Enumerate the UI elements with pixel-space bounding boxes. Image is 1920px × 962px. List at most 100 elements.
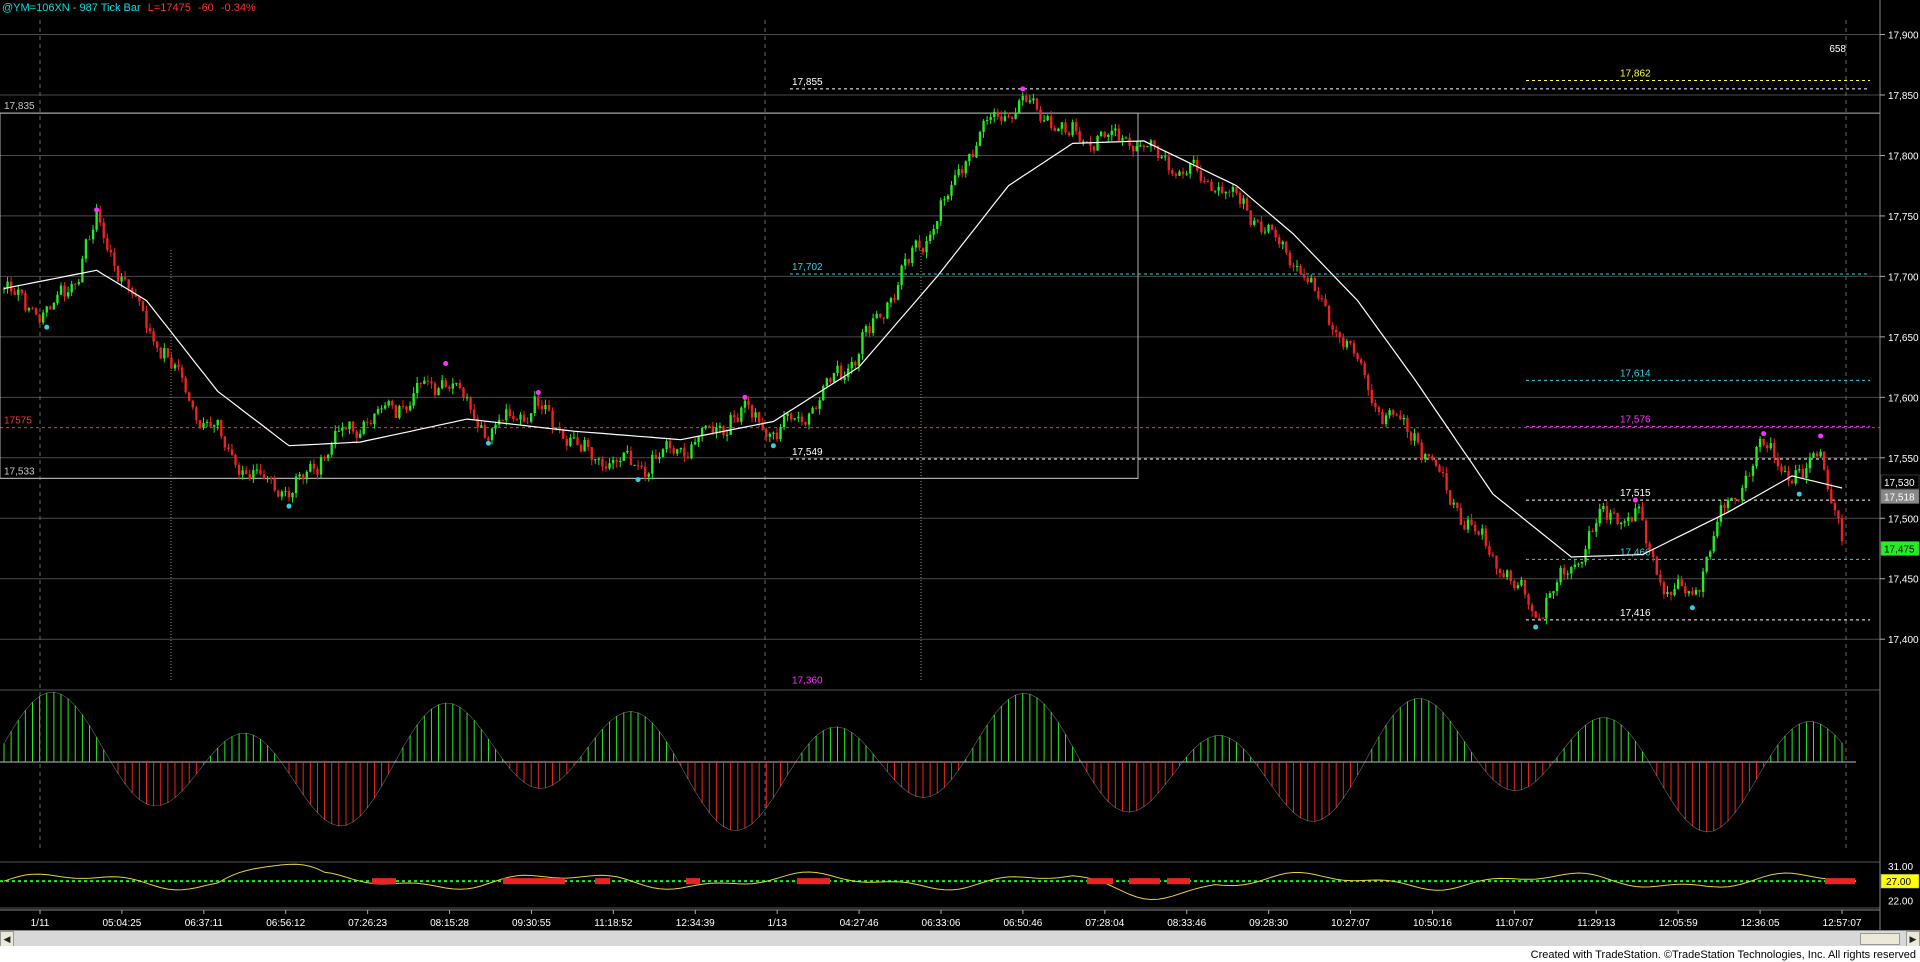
candle-body xyxy=(426,380,430,382)
candle-body xyxy=(882,317,885,319)
candle-body xyxy=(1520,579,1523,586)
candle-body xyxy=(309,463,312,472)
candle-body xyxy=(1142,145,1146,147)
grid xyxy=(0,20,1880,909)
candle-body xyxy=(1260,221,1263,233)
candle-body xyxy=(1766,445,1769,449)
candle-body xyxy=(1281,241,1284,245)
candle-body xyxy=(13,291,16,295)
candle-body xyxy=(1224,191,1227,194)
candle-body xyxy=(141,301,145,311)
swing-high-dot xyxy=(1818,433,1824,439)
indicator-red-segment xyxy=(686,878,700,885)
candle-body xyxy=(1067,132,1071,136)
candle-body xyxy=(430,381,433,384)
candle-body xyxy=(180,367,184,378)
candle-body xyxy=(419,382,422,384)
candle-body xyxy=(508,409,511,416)
candle-body xyxy=(825,378,829,387)
candle-body xyxy=(690,444,693,459)
candle-body xyxy=(928,234,932,242)
candle-body xyxy=(405,406,408,411)
level-label: 17,835 xyxy=(4,101,35,112)
swing-low-dot xyxy=(635,477,641,483)
scroll-right-arrow-icon[interactable]: ▶ xyxy=(1906,931,1920,947)
candle-body xyxy=(1491,554,1495,556)
candle-body xyxy=(932,229,935,235)
horizontal-scrollbar[interactable]: ◀ ▶ xyxy=(0,930,1920,947)
x-tick-label: 09:30:55 xyxy=(512,918,551,929)
candle-body xyxy=(1017,100,1021,113)
swing-high-dot xyxy=(742,394,748,400)
candle-body xyxy=(1826,469,1829,490)
candle-body xyxy=(1805,468,1808,478)
candle-body xyxy=(1466,519,1470,530)
candle-body xyxy=(501,419,504,421)
candle-body xyxy=(797,416,800,419)
percent-change: -0.34% xyxy=(220,2,256,14)
candle-body xyxy=(1199,170,1203,181)
candle-body xyxy=(348,421,351,430)
candle-body xyxy=(572,437,576,439)
candle-body xyxy=(1552,591,1555,594)
candle-body xyxy=(440,380,444,389)
candle-body xyxy=(1684,586,1687,594)
candle-body xyxy=(569,437,572,446)
candle-body xyxy=(583,440,586,452)
candle-body xyxy=(747,400,750,406)
candle-body xyxy=(1292,265,1295,267)
candle-body xyxy=(615,460,618,462)
candle-body xyxy=(1448,490,1452,505)
candle-body xyxy=(654,454,658,459)
candle-body xyxy=(266,478,269,480)
candle-body xyxy=(198,420,202,428)
candle-body xyxy=(1669,591,1673,596)
candle-body xyxy=(355,431,358,438)
candle-body xyxy=(1242,198,1245,204)
candle-body xyxy=(708,425,711,427)
x-tick-label: 11:18:52 xyxy=(594,918,633,929)
candle-body xyxy=(1659,574,1662,583)
candle-body xyxy=(1534,611,1537,618)
candle-body xyxy=(1327,305,1331,325)
moving-average xyxy=(3,140,1843,558)
level-label: 17,416 xyxy=(1620,608,1651,619)
candle-body xyxy=(1381,411,1384,424)
candle-body xyxy=(772,432,775,434)
candle-body xyxy=(1167,156,1170,171)
candle-body xyxy=(1498,568,1502,574)
candle-body xyxy=(277,490,280,497)
candle-body xyxy=(1431,456,1434,460)
candle-body xyxy=(1748,475,1751,477)
candle-body xyxy=(1203,180,1206,182)
candle-body xyxy=(1513,580,1516,588)
candle-body xyxy=(1160,156,1163,158)
candle-body xyxy=(1698,590,1701,592)
candle-body xyxy=(1840,518,1844,542)
candle-body xyxy=(1566,573,1569,575)
candle-body xyxy=(1655,557,1658,575)
candle-body xyxy=(262,474,266,480)
candle-body xyxy=(921,247,925,253)
candle-body xyxy=(814,407,818,409)
candle-body xyxy=(1523,579,1527,595)
candle-body xyxy=(287,491,291,498)
scroll-left-arrow-icon[interactable]: ◀ xyxy=(0,931,14,947)
candle-body xyxy=(369,422,373,425)
candle-body xyxy=(1035,98,1039,110)
oscillator-panel xyxy=(0,691,1856,833)
candle-body xyxy=(351,421,355,432)
candle-body xyxy=(978,131,982,146)
candle-body xyxy=(56,294,59,303)
candle-body xyxy=(1595,523,1598,532)
candle-body xyxy=(465,397,469,399)
candle-body xyxy=(1010,116,1014,119)
candle-body xyxy=(1046,116,1049,121)
candle-body xyxy=(1584,549,1587,562)
candle-body xyxy=(387,401,390,406)
scroll-thumb[interactable] xyxy=(1860,933,1900,945)
candle-body xyxy=(230,449,234,455)
candle-body xyxy=(444,380,447,388)
candle-body xyxy=(1060,122,1064,129)
candle-body xyxy=(337,430,341,432)
